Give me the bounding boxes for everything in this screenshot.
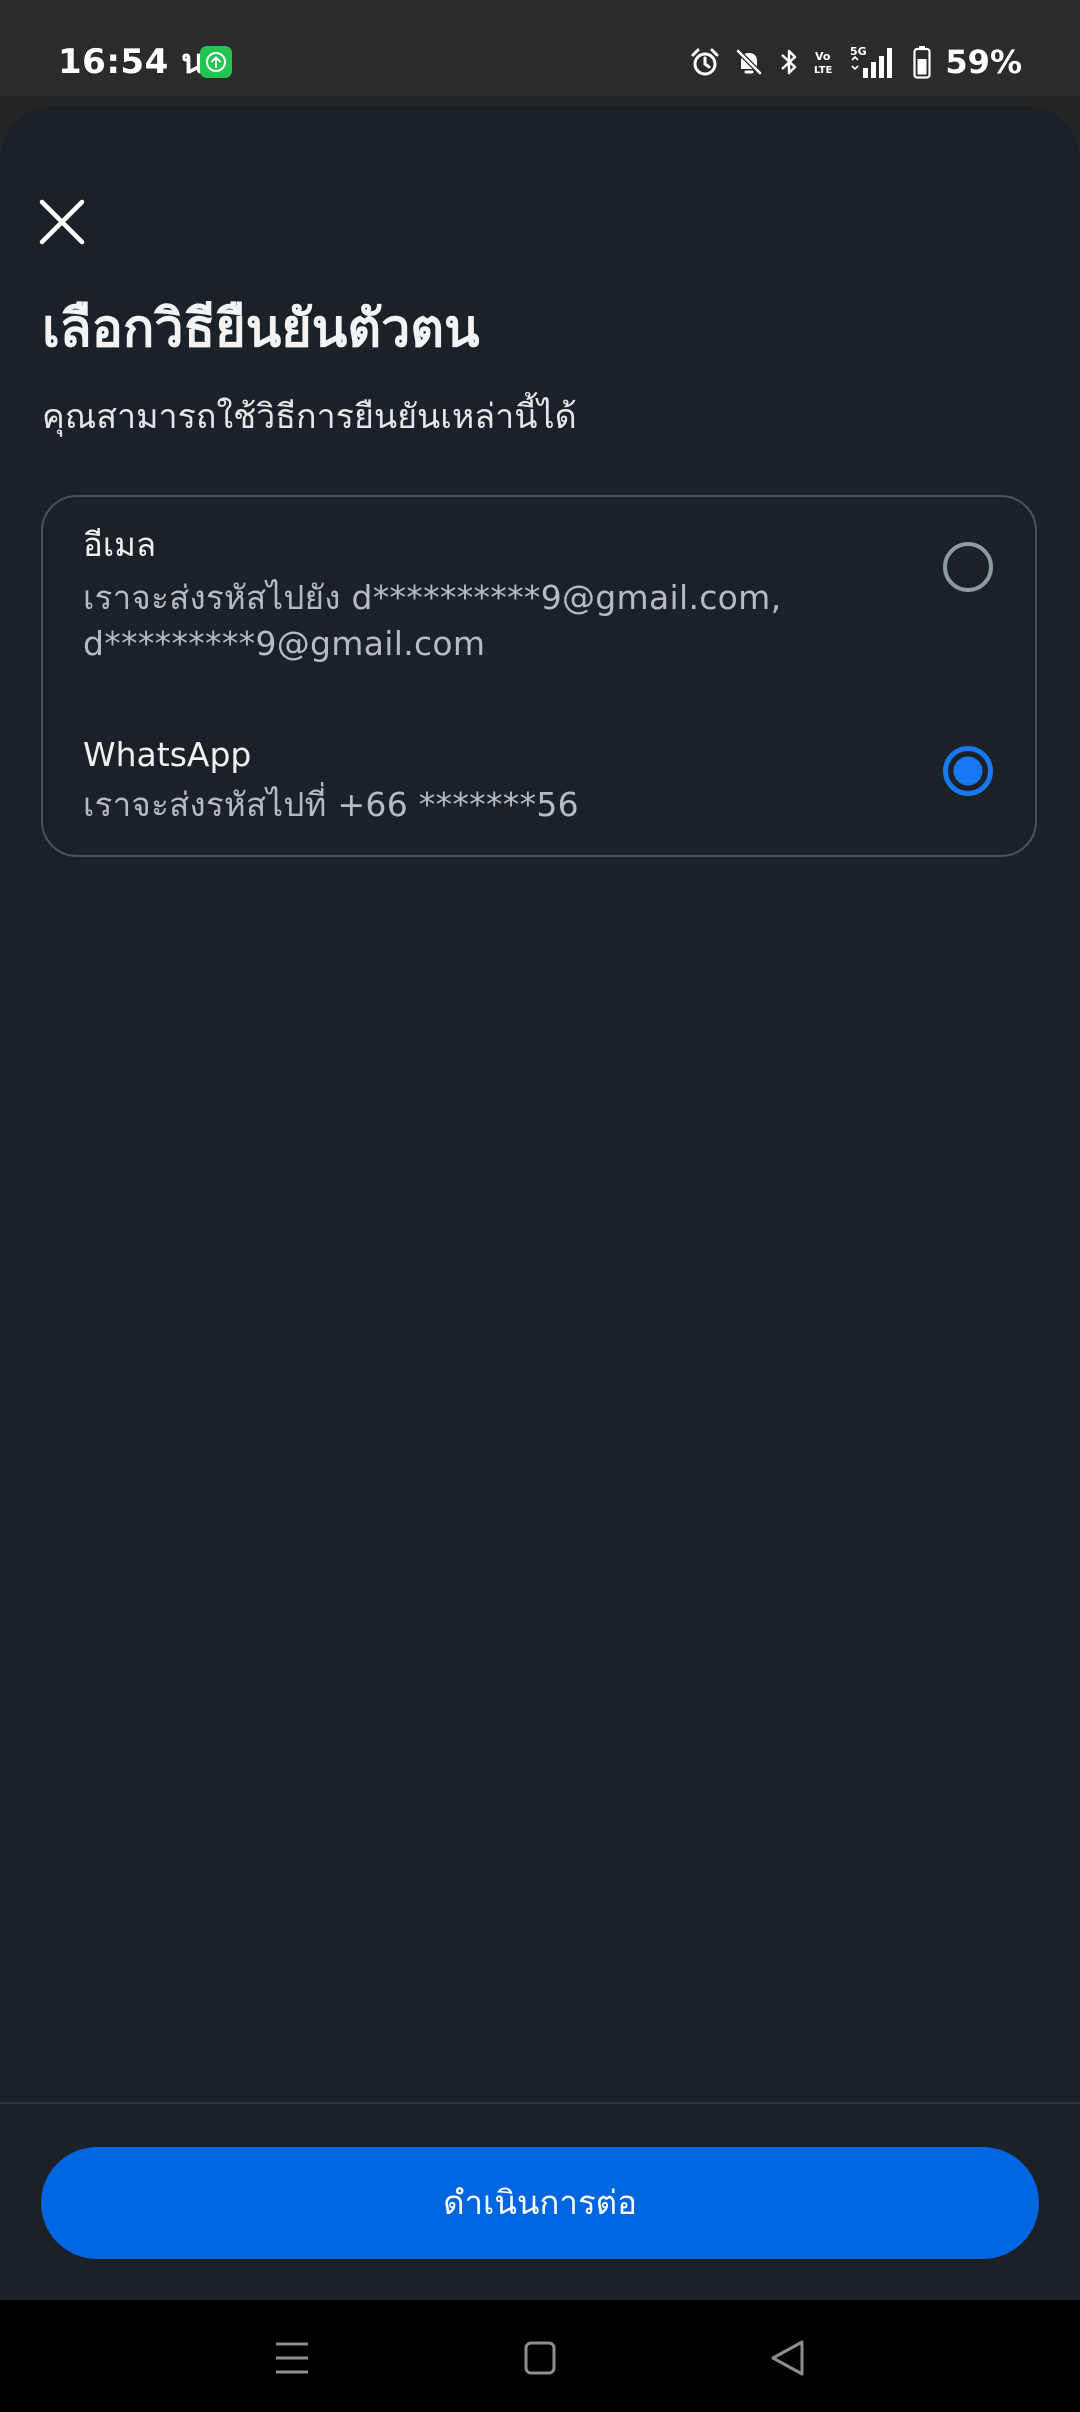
bluetooth-icon	[781, 49, 797, 75]
footer-divider	[0, 2102, 1080, 2104]
option-whatsapp-title: WhatsApp	[83, 735, 252, 774]
battery-icon	[913, 46, 932, 79]
status-time: 16:54 น.	[58, 42, 219, 82]
continue-button[interactable]: ดำเนินการต่อ	[41, 2147, 1039, 2259]
option-whatsapp-description: เราจะส่งรหัสไปที่ +66 *******56	[83, 785, 579, 824]
radio-email-unselected[interactable]	[942, 541, 994, 593]
svg-text:Vo: Vo	[815, 50, 831, 63]
recents-icon[interactable]	[262, 2330, 322, 2386]
verification-sheet: เลือกวิธียืนยันตัวตน คุณสามารถใช้วิธีการ…	[0, 106, 1080, 2300]
svg-text:LTE: LTE	[814, 65, 833, 76]
system-nav-bar	[0, 2300, 1080, 2412]
volte-icon: Vo LTE	[814, 50, 833, 76]
close-button[interactable]	[24, 184, 100, 260]
signal-icon: 5G	[850, 45, 893, 78]
option-email[interactable]: อีเมล เราจะส่งรหัสไปยัง d**********9@gma…	[43, 497, 1035, 702]
radio-whatsapp-selected[interactable]	[942, 745, 994, 797]
status-bar: 16:54 น. Vo LTE 5G 59%	[0, 0, 1080, 96]
option-whatsapp[interactable]: WhatsApp เราจะส่งรหัสไปที่ +66 *******56	[43, 702, 1035, 857]
verification-options: อีเมล เราจะส่งรหัสไปยัง d**********9@gma…	[41, 495, 1037, 857]
mute-icon	[736, 49, 763, 75]
option-email-description: เราจะส่งรหัสไปยัง d**********9@gmail.com…	[83, 578, 782, 663]
upload-arrow-icon	[200, 46, 232, 78]
home-icon[interactable]	[510, 2330, 570, 2386]
network-type-label: 5G	[850, 45, 867, 58]
close-icon	[39, 199, 85, 245]
page-title: เลือกวิธียืนยันตัวตน	[42, 298, 480, 359]
battery-percent: 59%	[945, 43, 1022, 81]
back-icon[interactable]	[758, 2330, 818, 2386]
page-subtitle: คุณสามารถใช้วิธีการยืนยันเหล่านี้ได้	[42, 397, 577, 437]
status-icons: Vo LTE 5G 59%	[689, 40, 1022, 84]
alarm-icon	[691, 48, 719, 76]
option-email-title: อีเมล	[83, 525, 157, 564]
